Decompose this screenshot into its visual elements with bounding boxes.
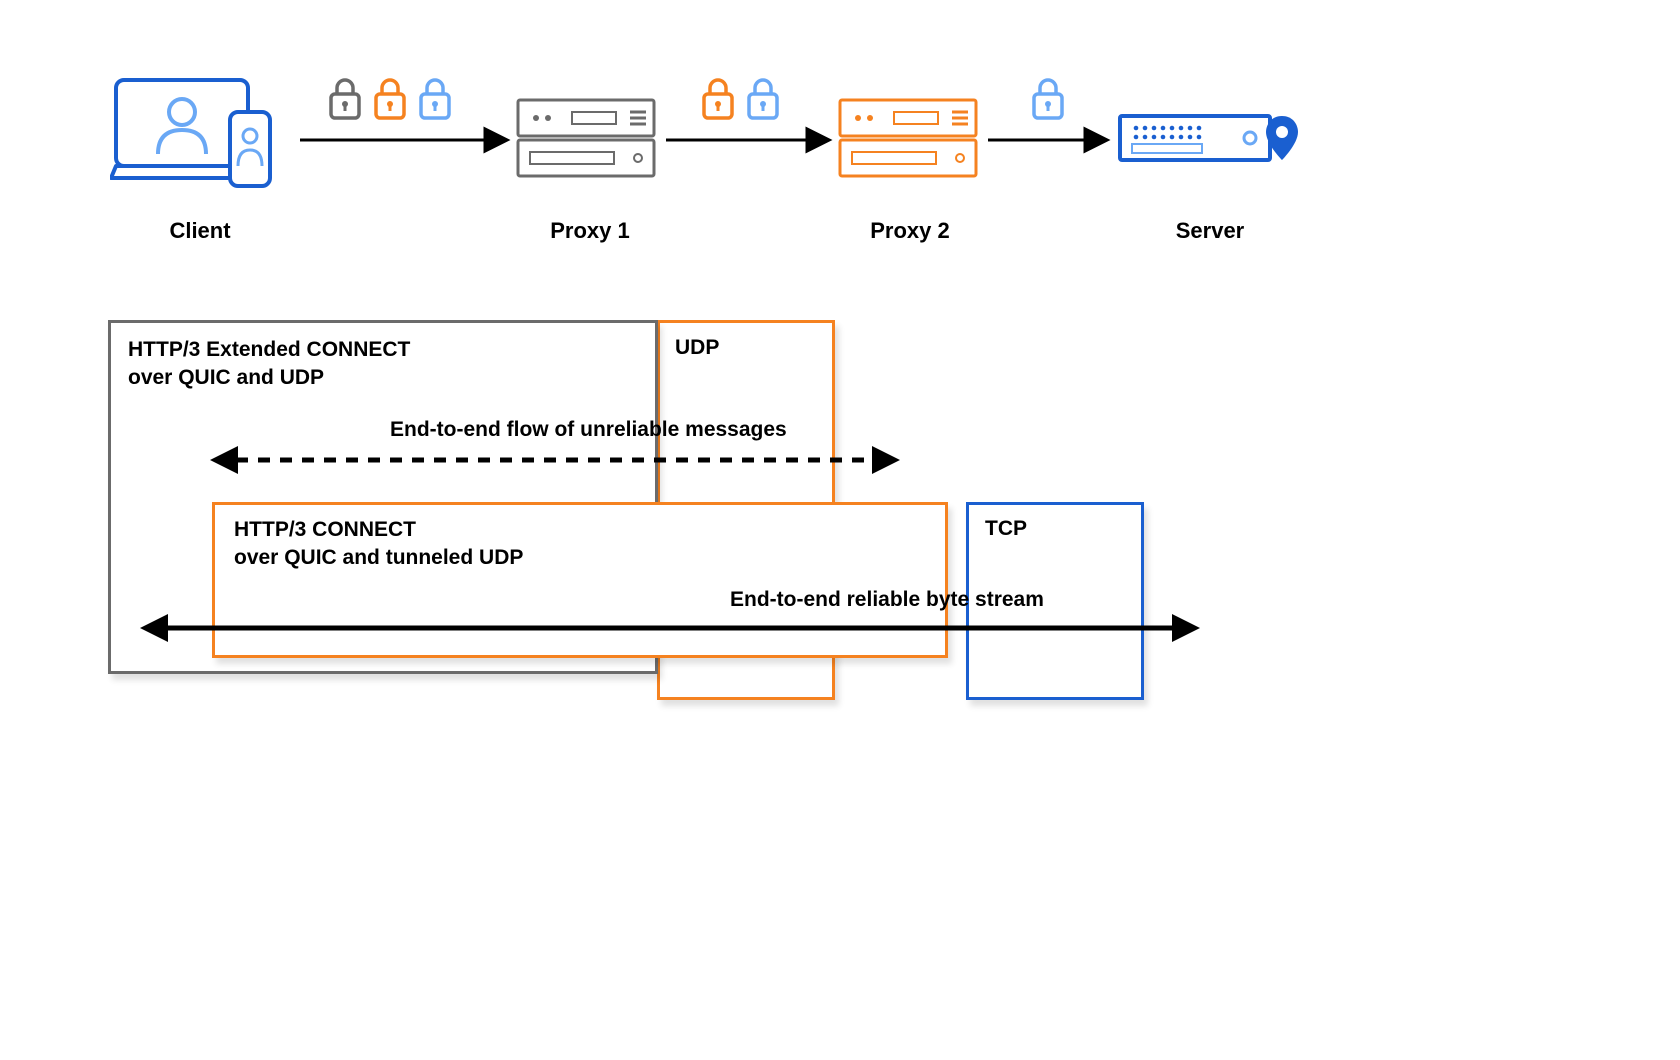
lock-icon — [372, 76, 408, 122]
tcp-label: TCP — [985, 515, 1027, 543]
unreliable-flow-arrow — [210, 440, 900, 480]
lock-icon — [700, 76, 736, 122]
lock-icon — [1030, 76, 1066, 122]
inner-quic-title-l2: over QUIC and tunneled UDP — [234, 546, 523, 569]
udp-label: UDP — [675, 334, 719, 362]
inner-quic-title-l1: HTTP/3 CONNECT — [234, 518, 416, 541]
inner-quic-title: HTTP/3 CONNECT over QUIC and tunneled UD… — [234, 516, 523, 573]
outer-quic-title-l2: over QUIC and UDP — [128, 366, 324, 389]
outer-quic-title: HTTP/3 Extended CONNECT over QUIC and UD… — [128, 336, 410, 393]
lock-icon — [745, 76, 781, 122]
reliable-flow-arrow — [140, 608, 1200, 648]
hop-arrows — [0, 0, 1680, 260]
lock-icon — [417, 76, 453, 122]
network-tunnel-diagram: Client Proxy 1 Proxy 2 — [0, 0, 1680, 1060]
outer-quic-title-l1: HTTP/3 Extended CONNECT — [128, 338, 410, 361]
lock-icon — [327, 76, 363, 122]
unreliable-flow-label: End-to-end flow of unreliable messages — [390, 418, 787, 442]
